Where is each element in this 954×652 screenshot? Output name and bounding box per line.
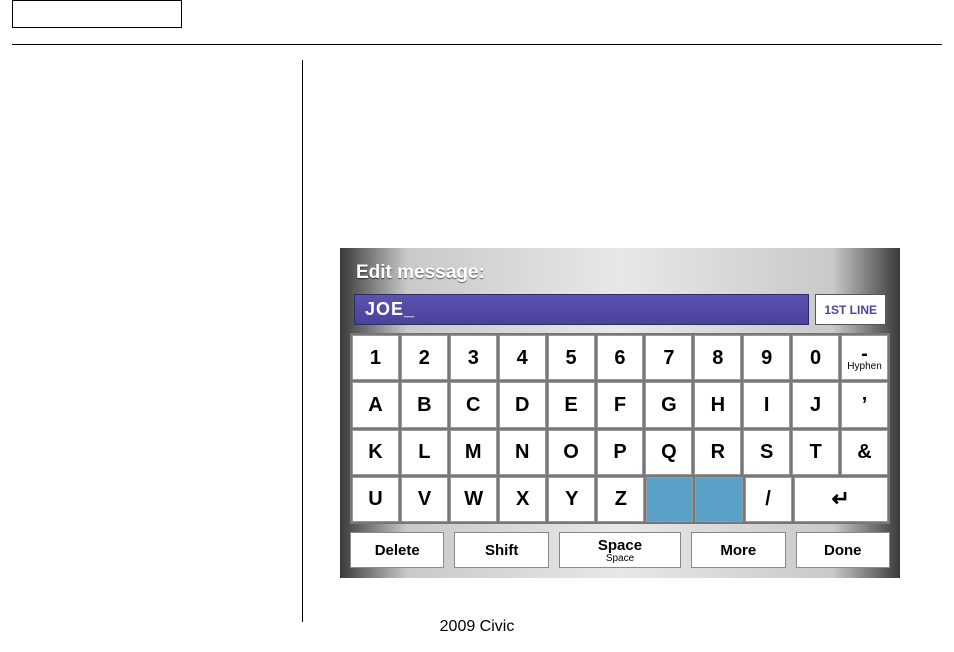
action-row: Delete Shift Space Space More Done bbox=[350, 532, 890, 568]
key-4[interactable]: 4 bbox=[499, 335, 546, 380]
key-u[interactable]: U bbox=[352, 477, 399, 522]
key-n[interactable]: N bbox=[499, 430, 546, 475]
key-2[interactable]: 2 bbox=[401, 335, 448, 380]
key-slash[interactable]: / bbox=[745, 477, 792, 522]
key-d[interactable]: D bbox=[499, 382, 546, 427]
keyboard-panel: Edit message: JOE_ 1ST LINE 1 2 3 4 5 6 … bbox=[340, 248, 900, 578]
line-indicator-badge[interactable]: 1ST LINE bbox=[815, 294, 886, 325]
key-6[interactable]: 6 bbox=[597, 335, 644, 380]
key-v[interactable]: V bbox=[401, 477, 448, 522]
key-1[interactable]: 1 bbox=[352, 335, 399, 380]
key-9[interactable]: 9 bbox=[743, 335, 790, 380]
key-7[interactable]: 7 bbox=[645, 335, 692, 380]
message-input[interactable]: JOE_ bbox=[354, 294, 809, 325]
shift-button[interactable]: Shift bbox=[454, 532, 548, 568]
done-button[interactable]: Done bbox=[796, 532, 890, 568]
enter-icon: ↵ bbox=[832, 486, 850, 512]
key-z[interactable]: Z bbox=[597, 477, 644, 522]
key-t[interactable]: T bbox=[792, 430, 839, 475]
key-j[interactable]: J bbox=[792, 382, 839, 427]
key-row: A B C D E F G H I J ’ bbox=[352, 382, 888, 427]
key-s[interactable]: S bbox=[743, 430, 790, 475]
key-c[interactable]: C bbox=[450, 382, 497, 427]
key-q[interactable]: Q bbox=[645, 430, 692, 475]
key-r[interactable]: R bbox=[694, 430, 741, 475]
vertical-divider bbox=[302, 60, 303, 622]
horizontal-rule bbox=[12, 44, 942, 45]
key-row: 1 2 3 4 5 6 7 8 9 0 - Hyphen bbox=[352, 335, 888, 380]
key-p[interactable]: P bbox=[597, 430, 644, 475]
key-ampersand[interactable]: & bbox=[841, 430, 888, 475]
key-e[interactable]: E bbox=[548, 382, 595, 427]
key-3[interactable]: 3 bbox=[450, 335, 497, 380]
keys-grid: 1 2 3 4 5 6 7 8 9 0 - Hyphen A B C D E F… bbox=[350, 333, 890, 524]
key-row: K L M N O P Q R S T & bbox=[352, 430, 888, 475]
key-k[interactable]: K bbox=[352, 430, 399, 475]
key-5[interactable]: 5 bbox=[548, 335, 595, 380]
key-enter[interactable]: ↵ bbox=[794, 477, 888, 522]
key-b[interactable]: B bbox=[401, 382, 448, 427]
key-h[interactable]: H bbox=[694, 382, 741, 427]
footer-text: 2009 Civic bbox=[0, 618, 954, 636]
delete-button[interactable]: Delete bbox=[350, 532, 444, 568]
key-l[interactable]: L bbox=[401, 430, 448, 475]
key-y[interactable]: Y bbox=[548, 477, 595, 522]
key-f[interactable]: F bbox=[597, 382, 644, 427]
key-w[interactable]: W bbox=[450, 477, 497, 522]
key-row: U V W X Y Z / ↵ bbox=[352, 477, 888, 522]
key-m[interactable]: M bbox=[450, 430, 497, 475]
key-hyphen[interactable]: - Hyphen bbox=[841, 335, 888, 380]
key-blank[interactable] bbox=[646, 477, 693, 522]
key-0[interactable]: 0 bbox=[792, 335, 839, 380]
key-blank[interactable] bbox=[695, 477, 742, 522]
key-a[interactable]: A bbox=[352, 382, 399, 427]
top-empty-box bbox=[12, 0, 182, 28]
key-o[interactable]: O bbox=[548, 430, 595, 475]
keyboard-title: Edit message: bbox=[350, 256, 890, 294]
key-i[interactable]: I bbox=[743, 382, 790, 427]
key-x[interactable]: X bbox=[499, 477, 546, 522]
more-button[interactable]: More bbox=[691, 532, 785, 568]
input-row: JOE_ 1ST LINE bbox=[350, 294, 890, 325]
key-g[interactable]: G bbox=[645, 382, 692, 427]
space-button[interactable]: Space Space bbox=[559, 532, 681, 568]
key-8[interactable]: 8 bbox=[694, 335, 741, 380]
key-apostrophe[interactable]: ’ bbox=[841, 382, 888, 427]
